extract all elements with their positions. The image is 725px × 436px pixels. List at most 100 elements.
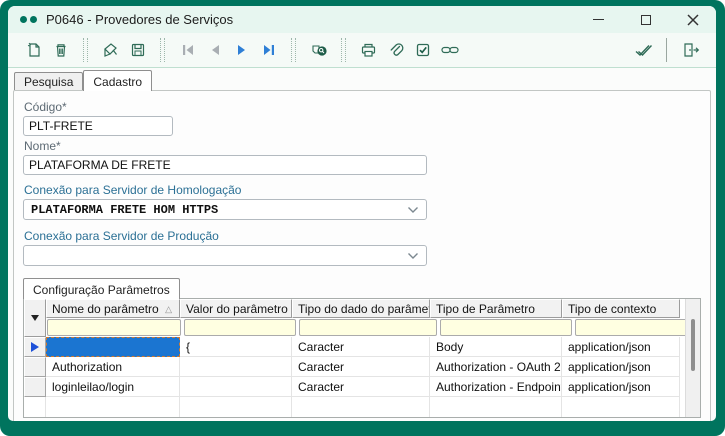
grid-header-row: Nome do parâmetro△ Valor do parâmetro Ti… <box>46 299 695 318</box>
cell-nome[interactable]: loginleilao/login <box>46 377 180 397</box>
params-grid: Nome do parâmetro△ Valor do parâmetro Ti… <box>23 298 701 418</box>
filter-icon <box>31 315 39 321</box>
main-tabstrip: Pesquisa Cadastro <box>8 68 716 90</box>
link-icon <box>440 43 460 57</box>
column-header-tipo-parametro[interactable]: Tipo de Parâmetro <box>430 299 562 318</box>
filter-nome-input[interactable] <box>47 319 181 336</box>
table-row[interactable]: loginleilao/login Caracter Authorization… <box>24 377 680 397</box>
filter-valor-input[interactable] <box>184 319 296 336</box>
filter-tipo-dado-input[interactable] <box>299 319 437 336</box>
filter-tipo-parametro-input[interactable] <box>440 319 572 336</box>
nome-input[interactable] <box>23 155 427 175</box>
scrollbar-thumb[interactable] <box>691 319 695 371</box>
column-header-tipo-contexto[interactable]: Tipo de contexto <box>562 299 680 318</box>
homologacao-select[interactable]: PLATAFORMA FRETE HOM HTTPS <box>23 199 427 220</box>
cell-tipo-dado[interactable]: Caracter <box>292 357 430 377</box>
save-record-button[interactable] <box>124 37 151 63</box>
empty-row <box>24 397 680 417</box>
previous-record-button[interactable] <box>201 37 228 63</box>
filter-tipo-contexto-input[interactable] <box>575 319 693 336</box>
cell-valor[interactable]: { <box>180 337 292 357</box>
row-selector-cell[interactable] <box>24 357 46 377</box>
toolbar-separator <box>83 38 88 62</box>
cell-tipo-dado[interactable]: Caracter <box>292 337 430 357</box>
title-bar: P0646 - Provedores de Serviços <box>8 6 716 33</box>
printer-icon <box>359 41 378 59</box>
cell-tipo-dado[interactable]: Caracter <box>292 377 430 397</box>
tab-cadastro[interactable]: Cadastro <box>83 70 152 91</box>
row-selector-cell[interactable] <box>24 337 46 357</box>
window-title: P0646 - Provedores de Serviços <box>46 12 233 27</box>
print-button[interactable] <box>355 37 382 63</box>
app-logo-icon <box>20 16 37 23</box>
column-header-valor[interactable]: Valor do parâmetro <box>180 299 292 318</box>
tab-configuracao-parametros[interactable]: Configuração Parâmetros <box>23 278 180 299</box>
toolbar-separator <box>666 38 667 62</box>
cell-tipo-parametro[interactable]: Authorization - Endpoint <box>430 377 562 397</box>
chevron-down-icon <box>407 201 419 219</box>
checkbox-icon <box>414 41 432 59</box>
first-record-button[interactable] <box>174 37 201 63</box>
grid-filter-menu-button[interactable] <box>24 299 46 337</box>
cell-valor[interactable] <box>180 357 292 377</box>
cell-nome[interactable] <box>46 337 180 357</box>
maximize-icon <box>641 15 651 25</box>
toolbar-separator <box>160 38 165 62</box>
search-records-button[interactable] <box>305 37 332 63</box>
last-record-button[interactable] <box>255 37 282 63</box>
window-controls <box>575 6 716 33</box>
homologacao-value: PLATAFORMA FRETE HOM HTTPS <box>31 203 218 217</box>
cell-tipo-contexto[interactable]: application/json <box>562 377 680 397</box>
app-window: P0646 - Provedores de Serviços <box>8 6 716 421</box>
new-record-icon <box>25 41 43 59</box>
window-frame: P0646 - Provedores de Serviços <box>0 0 725 436</box>
cell-tipo-contexto[interactable]: application/json <box>562 337 680 357</box>
next-record-icon <box>235 43 249 57</box>
table-row[interactable]: Authorization Caracter Authorization - O… <box>24 357 680 377</box>
cell-tipo-parametro[interactable]: Body <box>430 337 562 357</box>
close-icon <box>687 14 699 26</box>
params-table: Nome do parâmetro△ Valor do parâmetro Ti… <box>24 299 680 417</box>
exit-door-icon <box>681 41 700 59</box>
attachments-button[interactable] <box>382 37 409 63</box>
cell-tipo-parametro[interactable]: Authorization - OAuth 2.0 <box>430 357 562 377</box>
links-button[interactable] <box>436 37 463 63</box>
column-header-tipo-dado[interactable]: Tipo do dado do parâmetro <box>292 299 430 318</box>
search-icon <box>309 41 329 59</box>
exit-button[interactable] <box>677 37 704 63</box>
minimize-button[interactable] <box>575 6 622 33</box>
codigo-input[interactable] <box>23 116 173 136</box>
producao-label: Conexão para Servidor de Produção <box>24 229 701 243</box>
toolbar <box>8 33 716 68</box>
confirm-button[interactable] <box>629 37 656 63</box>
grid-vertical-scrollbar[interactable] <box>685 299 700 417</box>
tasks-button[interactable] <box>409 37 436 63</box>
new-record-button[interactable] <box>20 37 47 63</box>
column-header-nome[interactable]: Nome do parâmetro△ <box>46 299 180 318</box>
row-selector-cell[interactable] <box>24 377 46 397</box>
confirm-check-icon <box>633 42 653 58</box>
minimize-icon <box>593 19 604 20</box>
cell-valor[interactable] <box>180 377 292 397</box>
copy-record-button[interactable] <box>97 37 124 63</box>
toolbar-right-group <box>629 37 704 63</box>
tab-pesquisa[interactable]: Pesquisa <box>14 72 83 90</box>
first-record-icon <box>180 43 196 57</box>
cell-nome[interactable]: Authorization <box>46 357 180 377</box>
grid-header: Nome do parâmetro△ Valor do parâmetro Ti… <box>24 299 680 337</box>
save-icon <box>129 41 147 59</box>
trash-icon <box>52 41 70 59</box>
last-record-icon <box>261 43 277 57</box>
delete-record-button[interactable] <box>47 37 74 63</box>
nome-label: Nome* <box>24 139 701 153</box>
next-record-button[interactable] <box>228 37 255 63</box>
homologacao-label: Conexão para Servidor de Homologação <box>24 183 701 197</box>
maximize-button[interactable] <box>622 6 669 33</box>
toolbar-separator <box>341 38 346 62</box>
cell-tipo-contexto[interactable]: application/json <box>562 357 680 377</box>
column-header-label: Nome do parâmetro <box>52 302 159 316</box>
table-row[interactable]: { Caracter Body application/json <box>24 337 680 357</box>
close-button[interactable] <box>669 6 716 33</box>
producao-select[interactable] <box>23 245 427 266</box>
paperclip-icon <box>387 41 405 59</box>
